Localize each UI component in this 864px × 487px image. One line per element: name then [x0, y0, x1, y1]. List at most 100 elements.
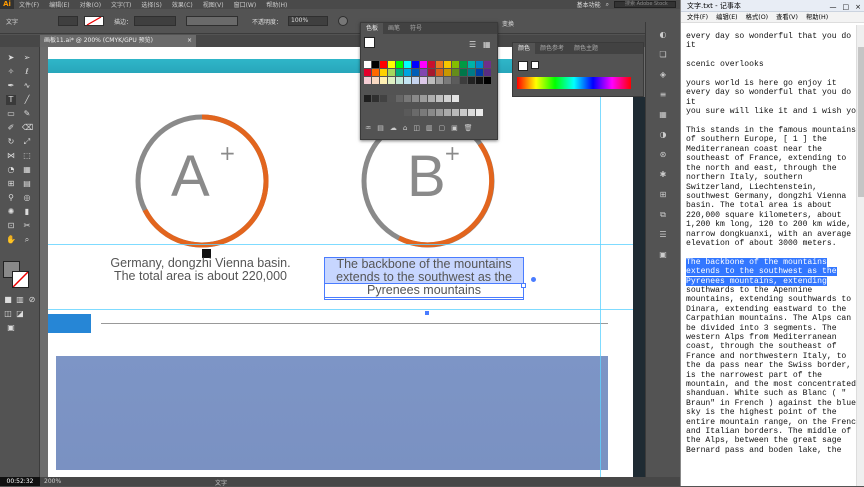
graphic-styles-icon[interactable]: ✱	[658, 170, 668, 179]
gray-swatch[interactable]	[436, 95, 443, 102]
color-swatch[interactable]	[436, 61, 443, 68]
color-swatch[interactable]	[468, 69, 475, 76]
blend-tool-icon[interactable]: ◎	[22, 193, 32, 203]
list-view-icon[interactable]: ☰	[469, 40, 476, 49]
color-swatch[interactable]	[476, 77, 483, 84]
notepad-scrollbar[interactable]	[856, 25, 864, 486]
notepad-menu-format[interactable]: 格式(O)	[746, 12, 768, 22]
perspective-grid-tool-icon[interactable]: ▦	[22, 165, 32, 175]
color-swatch[interactable]	[380, 69, 387, 76]
hand-tool-icon[interactable]: ✋	[6, 235, 16, 245]
fill-color-dropdown[interactable]	[58, 16, 78, 26]
stack-layers-icon[interactable]: ☰	[658, 230, 668, 239]
free-transform-tool-icon[interactable]: ⬚	[22, 151, 32, 161]
tab-symbols[interactable]: 符号	[405, 23, 427, 34]
color-swatch[interactable]	[364, 77, 371, 84]
color-swatch[interactable]	[452, 69, 459, 76]
eyedropper-tool-icon[interactable]: ⚲	[6, 193, 16, 203]
gradient-icon[interactable]: ▦	[658, 110, 668, 119]
tab-swatches[interactable]: 色板	[361, 23, 384, 34]
color-swatch[interactable]	[484, 61, 491, 68]
color-swatch[interactable]	[460, 77, 467, 84]
recolor-icon[interactable]	[338, 16, 348, 26]
menu-select[interactable]: 选择(S)	[136, 0, 167, 9]
layers-icon[interactable]: ❏	[658, 50, 668, 59]
color-white-chip[interactable]	[531, 61, 539, 69]
color-swatch[interactable]	[404, 77, 411, 84]
gray-swatch[interactable]	[412, 95, 419, 102]
gray-swatch[interactable]	[412, 109, 419, 116]
gray-swatch[interactable]	[428, 109, 435, 116]
color-swatch[interactable]	[420, 77, 427, 84]
stroke-icon[interactable]: ≡	[658, 90, 668, 99]
color-swatch[interactable]	[484, 77, 491, 84]
color-swatch[interactable]	[412, 61, 419, 68]
color-swatch[interactable]	[396, 77, 403, 84]
gray-swatch[interactable]	[444, 95, 451, 102]
transparency-icon[interactable]: ◑	[658, 130, 668, 139]
gray-swatch[interactable]	[444, 109, 451, 116]
menu-effect[interactable]: 效果(C)	[167, 0, 198, 9]
color-swatch[interactable]	[476, 61, 483, 68]
scale-tool-icon[interactable]: ⤢	[22, 137, 32, 147]
minimize-icon[interactable]: —	[830, 1, 837, 13]
color-swatch[interactable]	[436, 77, 443, 84]
gray-swatch[interactable]	[380, 95, 387, 102]
text-port-handle[interactable]	[531, 277, 536, 282]
gray-swatch[interactable]	[404, 109, 411, 116]
canvas-area[interactable]: A + B + Germany, dongzhi Vienna basin. T…	[40, 47, 645, 477]
zoom-tool-icon[interactable]: ⌕	[22, 235, 32, 245]
gray-swatch[interactable]	[388, 95, 395, 102]
tab-color-guide[interactable]: 颜色参考	[535, 43, 569, 54]
stock-search-input[interactable]: 搜索 Adobe Stock	[614, 1, 676, 8]
vertical-guide[interactable]	[600, 47, 601, 477]
color-swatch[interactable]	[388, 77, 395, 84]
width-tool-icon[interactable]: ⋈	[6, 151, 16, 161]
color-swatch[interactable]	[396, 61, 403, 68]
blue-rectangle[interactable]	[56, 356, 608, 470]
gray-swatch[interactable]	[420, 95, 427, 102]
horizontal-guide[interactable]	[48, 309, 640, 310]
notepad-scroll-thumb[interactable]	[858, 47, 864, 197]
gradient-mode-icon[interactable]: ▥	[15, 295, 25, 305]
color-swatch[interactable]	[388, 61, 395, 68]
color-swatch[interactable]	[412, 77, 419, 84]
line-tool-icon[interactable]: ╱	[22, 95, 32, 105]
shape-builder-tool-icon[interactable]: ◔	[6, 165, 16, 175]
stroke-color-dropdown[interactable]	[84, 16, 104, 26]
lasso-tool-icon[interactable]: ℓ	[22, 67, 32, 77]
color-swatch[interactable]	[484, 69, 491, 76]
color-swatch[interactable]	[452, 77, 459, 84]
libraries-icon[interactable]: ◈	[658, 70, 668, 79]
variable-width-profile[interactable]	[186, 16, 238, 26]
notepad-menu-help[interactable]: 帮助(H)	[806, 12, 828, 22]
gradient-tool-icon[interactable]: ▤	[22, 179, 32, 189]
notepad-menu-file[interactable]: 文件(F)	[687, 12, 708, 22]
draw-behind-icon[interactable]: ◪	[15, 309, 25, 319]
tab-color[interactable]: 颜色	[513, 43, 536, 54]
color-swatch[interactable]	[396, 69, 403, 76]
zoom-level[interactable]: 200%	[44, 478, 61, 485]
eraser-tool-icon[interactable]: ⌫	[22, 123, 33, 133]
magic-wand-tool-icon[interactable]: ✧	[6, 67, 16, 77]
color-swatch[interactable]	[372, 69, 379, 76]
gray-swatch[interactable]	[452, 95, 459, 102]
color-swatch[interactable]	[412, 69, 419, 76]
color-swatch[interactable]	[428, 69, 435, 76]
gray-swatch[interactable]	[396, 95, 403, 102]
slice-tool-icon[interactable]: ✂	[22, 221, 32, 231]
color-swatch[interactable]	[372, 61, 379, 68]
opacity-input[interactable]: 100%	[288, 16, 328, 26]
divider-line[interactable]	[101, 323, 608, 324]
curvature-tool-icon[interactable]: ∿	[22, 81, 32, 91]
color-swatch[interactable]	[444, 77, 451, 84]
blue-tab-shape[interactable]	[48, 314, 91, 333]
pen-tool-icon[interactable]: ✒	[6, 81, 16, 91]
notepad-menu-edit[interactable]: 编辑(E)	[716, 12, 738, 22]
color-spectrum-bar[interactable]	[517, 77, 631, 89]
close-icon[interactable]: ×	[855, 1, 861, 13]
color-swatch[interactable]	[460, 69, 467, 76]
transform-label[interactable]: 变换	[502, 19, 514, 28]
bbox-handle[interactable]	[521, 283, 526, 288]
menu-object[interactable]: 对象(O)	[75, 0, 106, 9]
